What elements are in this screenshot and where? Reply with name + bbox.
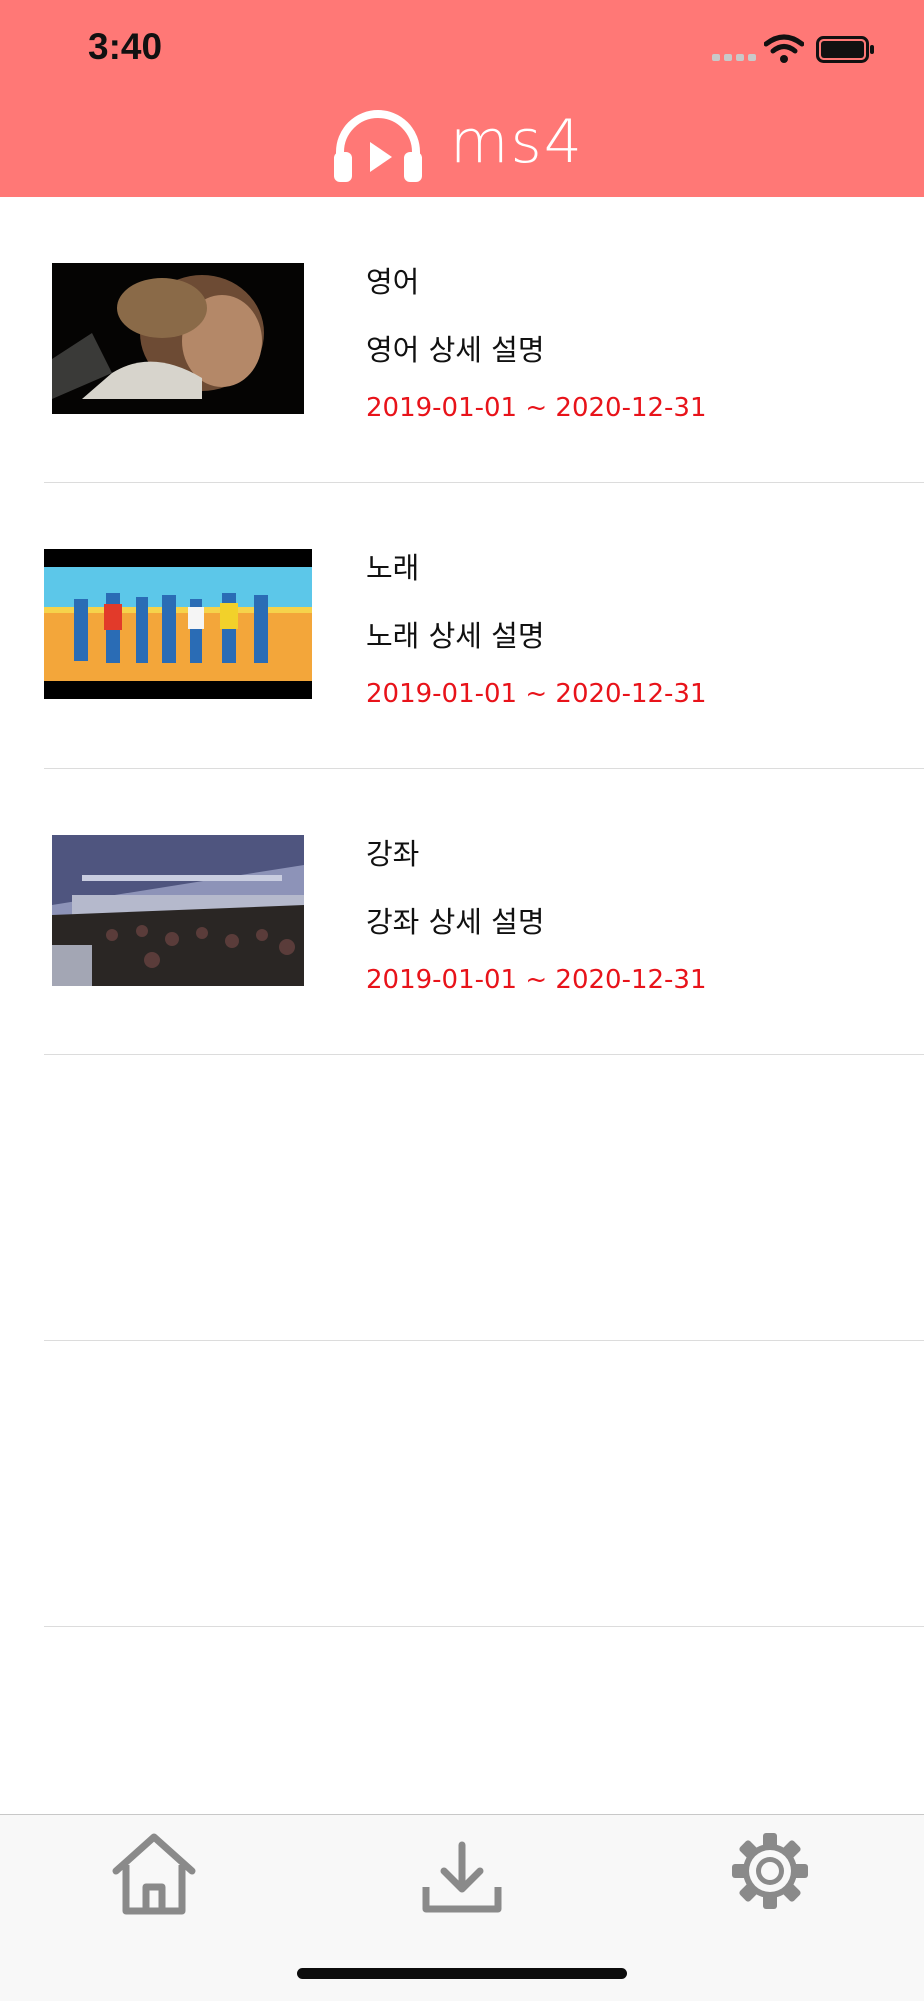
empty-row	[0, 1055, 924, 1341]
battery-icon	[816, 36, 874, 63]
list-item[interactable]: 강좌 강좌 상세 설명 2019-01-01 ~ 2020-12-31	[0, 769, 924, 1055]
row-separator	[44, 1626, 924, 1627]
item-title: 강좌	[366, 837, 420, 871]
status-time: 3:40	[88, 26, 163, 67]
download-icon[interactable]	[420, 1841, 504, 1915]
item-description: 노래 상세 설명	[366, 619, 545, 653]
content-list[interactable]: 영어 영어 상세 설명 2019-01-01 ~ 2020-12-31 노래 노…	[0, 197, 924, 1627]
home-icon[interactable]	[108, 1831, 200, 1919]
item-period: 2019-01-01 ~ 2020-12-31	[366, 393, 707, 423]
item-period: 2019-01-01 ~ 2020-12-31	[366, 679, 707, 709]
list-item[interactable]: 노래 노래 상세 설명 2019-01-01 ~ 2020-12-31	[0, 483, 924, 769]
home-indicator	[297, 1968, 627, 1979]
item-description: 영어 상세 설명	[366, 333, 545, 367]
item-title: 영어	[366, 265, 420, 299]
item-title: 노래	[366, 551, 420, 585]
list-item[interactable]: 영어 영어 상세 설명 2019-01-01 ~ 2020-12-31	[0, 197, 924, 483]
empty-row	[0, 1341, 924, 1627]
logo-text: ms4	[450, 107, 584, 177]
cellular-signal-icon	[712, 54, 756, 61]
thumbnail-image	[44, 549, 312, 699]
item-description: 강좌 상세 설명	[366, 905, 545, 939]
thumbnail-image	[52, 835, 304, 986]
settings-icon[interactable]	[728, 1829, 812, 1913]
wifi-icon	[764, 34, 804, 63]
headphones-play-logo-icon	[334, 110, 422, 182]
app-header: 3:40 ms4	[0, 0, 924, 197]
thumbnail-image	[52, 263, 304, 414]
item-period: 2019-01-01 ~ 2020-12-31	[366, 965, 707, 995]
